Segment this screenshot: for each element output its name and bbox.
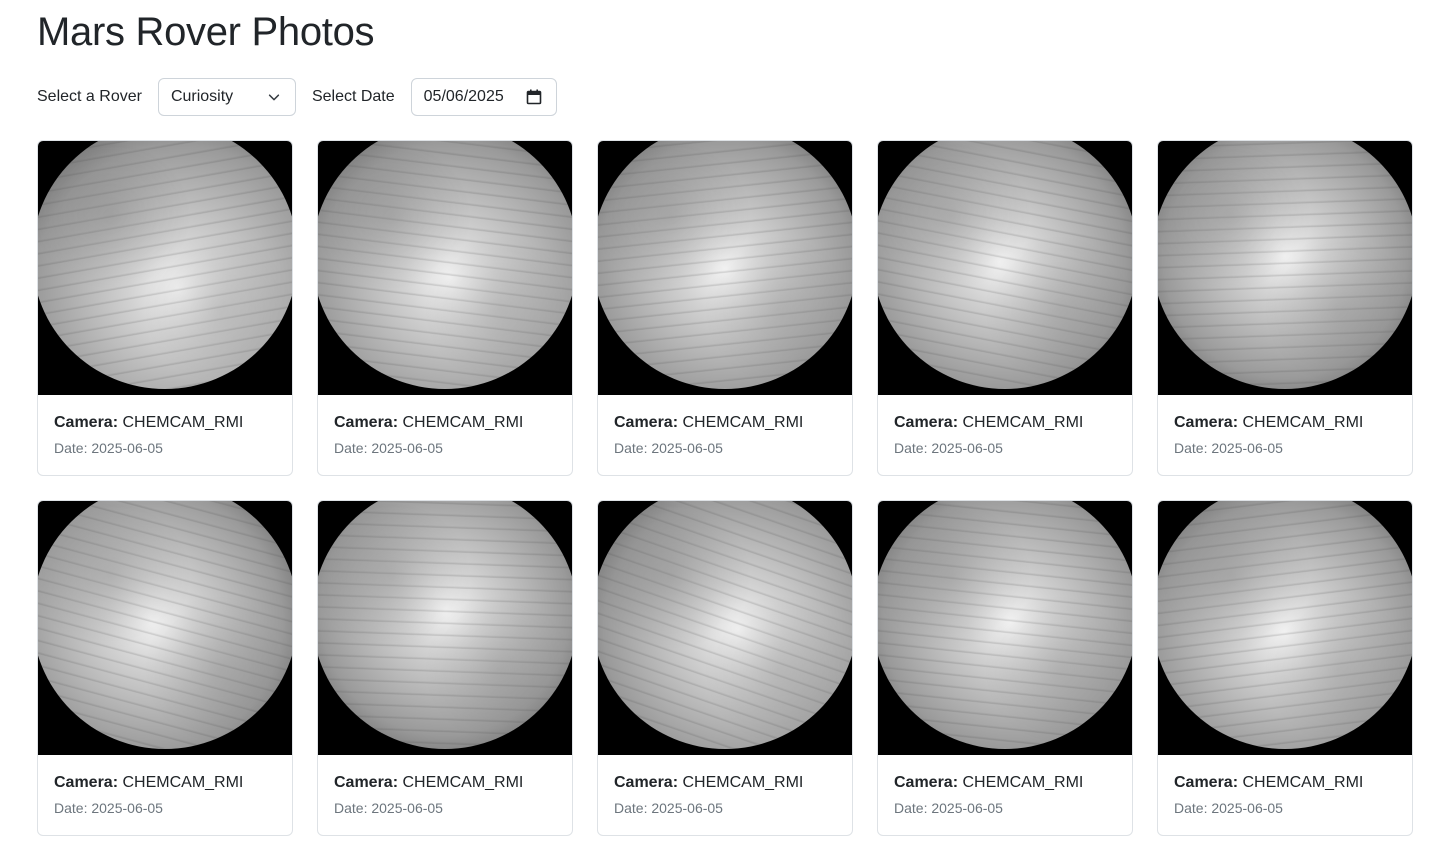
photo-date: Date: 2025-06-05 <box>54 440 163 456</box>
page-title: Mars Rover Photos <box>37 10 375 54</box>
camera-name: CHEMCAM_RMI <box>402 414 524 431</box>
camera-name: CHEMCAM_RMI <box>402 774 524 791</box>
photo-card: Camera: CHEMCAM_RMI Date: 2025-06-05 <box>37 140 293 476</box>
camera-label: Camera: <box>894 774 959 791</box>
photo-card: Camera: CHEMCAM_RMI Date: 2025-06-05 <box>877 500 1133 836</box>
photo-card-body: Camera: CHEMCAM_RMI Date: 2025-06-05 <box>38 395 292 457</box>
camera-line: Camera: CHEMCAM_RMI <box>1174 771 1396 795</box>
calendar-icon[interactable] <box>526 89 542 105</box>
photo-card: Camera: CHEMCAM_RMI Date: 2025-06-05 <box>317 500 573 836</box>
photo-grid: Camera: CHEMCAM_RMI Date: 2025-06-05 Camer… <box>37 140 1413 836</box>
photo-date: Date: 2025-06-05 <box>894 440 1003 456</box>
rover-photo <box>598 141 852 395</box>
photo-card-body: Camera: CHEMCAM_RMI Date: 2025-06-05 <box>598 755 852 817</box>
camera-label: Camera: <box>334 774 399 791</box>
photo-card-body: Camera: CHEMCAM_RMI Date: 2025-06-05 <box>38 755 292 817</box>
photo-card-body: Camera: CHEMCAM_RMI Date: 2025-06-05 <box>1158 395 1412 457</box>
camera-label: Camera: <box>54 774 119 791</box>
photo-date: Date: 2025-06-05 <box>334 440 443 456</box>
camera-name: CHEMCAM_RMI <box>682 774 804 791</box>
photo-date: Date: 2025-06-05 <box>54 800 163 816</box>
camera-label: Camera: <box>54 414 119 431</box>
rover-photo <box>38 501 292 755</box>
camera-label: Camera: <box>334 414 399 431</box>
rover-label: Select a Rover <box>37 88 142 105</box>
camera-name: CHEMCAM_RMI <box>122 774 244 791</box>
camera-name: CHEMCAM_RMI <box>962 414 1084 431</box>
camera-label: Camera: <box>894 414 959 431</box>
rover-photo <box>598 501 852 755</box>
photo-card-body: Camera: CHEMCAM_RMI Date: 2025-06-05 <box>878 755 1132 817</box>
rover-photo <box>318 501 572 755</box>
chevron-down-icon <box>268 94 280 101</box>
camera-line: Camera: CHEMCAM_RMI <box>54 411 276 435</box>
camera-name: CHEMCAM_RMI <box>682 414 804 431</box>
camera-label: Camera: <box>614 414 679 431</box>
rover-photo <box>318 141 572 395</box>
date-label: Select Date <box>311 88 395 105</box>
photo-card-body: Camera: CHEMCAM_RMI Date: 2025-06-05 <box>878 395 1132 457</box>
camera-line: Camera: CHEMCAM_RMI <box>54 771 276 795</box>
camera-line: Camera: CHEMCAM_RMI <box>334 411 556 435</box>
camera-line: Camera: CHEMCAM_RMI <box>614 411 836 435</box>
rover-select-value: Curiosity <box>170 88 234 105</box>
photo-date: Date: 2025-06-05 <box>614 440 723 456</box>
photo-date: Date: 2025-06-05 <box>894 800 1003 816</box>
camera-name: CHEMCAM_RMI <box>1242 414 1364 431</box>
photo-card-body: Camera: CHEMCAM_RMI Date: 2025-06-05 <box>318 755 572 817</box>
photo-card: Camera: CHEMCAM_RMI Date: 2025-06-05 <box>37 500 293 836</box>
photo-card: Camera: CHEMCAM_RMI Date: 2025-06-05 <box>1157 140 1413 476</box>
camera-label: Camera: <box>1174 414 1239 431</box>
photo-date: Date: 2025-06-05 <box>614 800 723 816</box>
page: Mars Rover Photos Select a Rover Curiosi… <box>0 0 1438 850</box>
photo-card-body: Camera: CHEMCAM_RMI Date: 2025-06-05 <box>598 395 852 457</box>
photo-date: Date: 2025-06-05 <box>1174 440 1283 456</box>
camera-line: Camera: CHEMCAM_RMI <box>334 771 556 795</box>
photo-card-body: Camera: CHEMCAM_RMI Date: 2025-06-05 <box>1158 755 1412 817</box>
photo-date: Date: 2025-06-05 <box>1174 800 1283 816</box>
photo-card: Camera: CHEMCAM_RMI Date: 2025-06-05 <box>1157 500 1413 836</box>
camera-line: Camera: CHEMCAM_RMI <box>614 771 836 795</box>
camera-name: CHEMCAM_RMI <box>1242 774 1364 791</box>
rover-photo <box>878 141 1132 395</box>
camera-line: Camera: CHEMCAM_RMI <box>894 411 1116 435</box>
rover-select[interactable]: Curiosity <box>157 78 296 116</box>
rover-photo <box>1158 141 1412 395</box>
camera-label: Camera: <box>614 774 679 791</box>
rover-photo <box>1158 501 1412 755</box>
date-input[interactable]: 05/06/2025 <box>410 78 557 116</box>
camera-line: Camera: CHEMCAM_RMI <box>894 771 1116 795</box>
photo-card: Camera: CHEMCAM_RMI Date: 2025-06-05 <box>597 140 853 476</box>
photo-card: Camera: CHEMCAM_RMI Date: 2025-06-05 <box>877 140 1133 476</box>
camera-name: CHEMCAM_RMI <box>962 774 1084 791</box>
camera-label: Camera: <box>1174 774 1239 791</box>
photo-card: Camera: CHEMCAM_RMI Date: 2025-06-05 <box>597 500 853 836</box>
camera-name: CHEMCAM_RMI <box>122 414 244 431</box>
photo-date: Date: 2025-06-05 <box>334 800 443 816</box>
photo-card-body: Camera: CHEMCAM_RMI Date: 2025-06-05 <box>318 395 572 457</box>
filter-controls: Select a Rover Curiosity Select Date 05/… <box>37 78 557 116</box>
rover-photo <box>878 501 1132 755</box>
date-input-value: 05/06/2025 <box>423 88 504 105</box>
rover-photo <box>38 141 292 395</box>
photo-card: Camera: CHEMCAM_RMI Date: 2025-06-05 <box>317 140 573 476</box>
camera-line: Camera: CHEMCAM_RMI <box>1174 411 1396 435</box>
